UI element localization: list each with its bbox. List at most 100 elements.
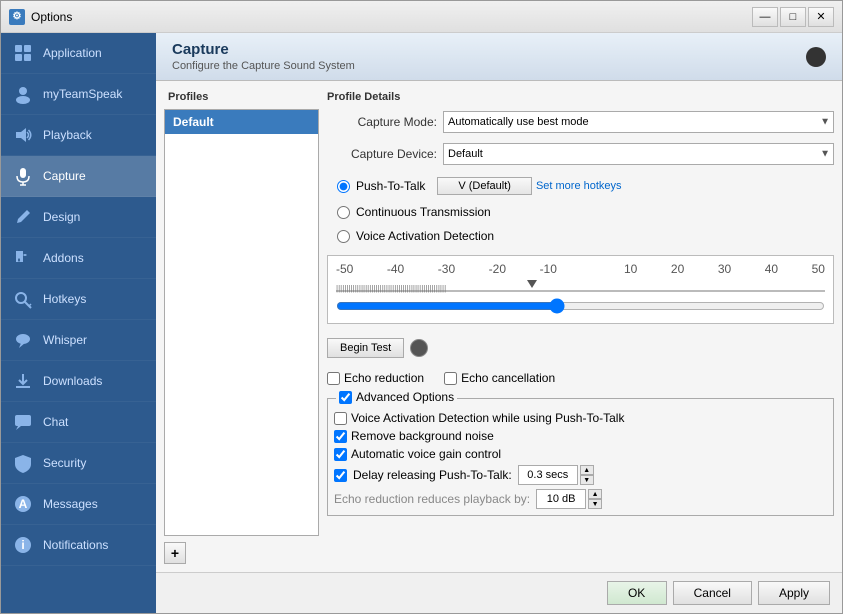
adv-remove-bg-row: Remove background noise	[334, 429, 827, 443]
panel-title: Capture	[172, 41, 355, 58]
sidebar-item-notifications[interactable]: i Notifications	[1, 525, 156, 566]
title-bar: ⚙ Options — □ ✕	[1, 1, 842, 33]
key-icon	[11, 287, 35, 311]
sidebar-item-application[interactable]: Application	[1, 33, 156, 74]
main-panel: Capture Configure the Capture Sound Syst…	[156, 33, 842, 613]
continuous-radio[interactable]	[337, 206, 350, 219]
sidebar-item-security[interactable]: Security	[1, 443, 156, 484]
slider-marker	[527, 280, 537, 288]
apply-button[interactable]: Apply	[758, 581, 830, 605]
sidebar-item-downloads-label: Downloads	[43, 374, 102, 388]
sidebar-item-chat[interactable]: Chat	[1, 402, 156, 443]
whisper-icon	[11, 328, 35, 352]
capture-device-select[interactable]: Default	[443, 143, 834, 165]
delay-spin-input[interactable]	[518, 465, 578, 485]
adv-delay-checkbox[interactable]	[334, 469, 347, 482]
sidebar-item-capture-label: Capture	[43, 169, 86, 183]
hotkey-section: V (Default) Set more hotkeys	[437, 177, 621, 195]
begin-test-button[interactable]: Begin Test	[327, 338, 404, 358]
adv-vad-push-label: Voice Activation Detection while using P…	[351, 411, 624, 425]
adv-auto-gain-checkbox[interactable]	[334, 448, 347, 461]
push-to-talk-label: Push-To-Talk	[356, 179, 425, 193]
push-to-talk-radio[interactable]	[337, 180, 350, 193]
profile-item-default[interactable]: Default	[165, 110, 318, 134]
echo-playback-input[interactable]	[536, 489, 586, 509]
pencil-icon	[11, 205, 35, 229]
close-button[interactable]: ✕	[808, 7, 834, 27]
sidebar-item-whisper[interactable]: Whisper	[1, 320, 156, 361]
capture-mode-select-wrapper: Automatically use best mode ▼	[443, 111, 834, 133]
adv-vad-push-row: Voice Activation Detection while using P…	[334, 411, 827, 425]
adv-vad-push-checkbox[interactable]	[334, 412, 347, 425]
echo-reduction-checkbox[interactable]	[327, 372, 340, 385]
sidebar-item-addons-label: Addons	[43, 251, 84, 265]
echo-cancellation-checkbox[interactable]	[444, 372, 457, 385]
echo-playback-spin: ▲ ▼	[536, 489, 602, 509]
slider-labels: -50-40-30-20-101020304050	[336, 262, 825, 276]
sidebar-item-messages[interactable]: A Messages	[1, 484, 156, 525]
speaker-icon	[11, 123, 35, 147]
delay-spin: ▲ ▼	[518, 465, 594, 485]
capture-header-icon	[806, 47, 826, 67]
advanced-options-box: Advanced Options Voice Activation Detect…	[327, 398, 834, 516]
sidebar-item-downloads[interactable]: Downloads	[1, 361, 156, 402]
capture-device-select-wrapper: Default ▼	[443, 143, 834, 165]
app-icon	[11, 41, 35, 65]
info-icon: i	[11, 533, 35, 557]
radio-vad: Voice Activation Detection	[327, 229, 834, 243]
sidebar-item-hotkeys-label: Hotkeys	[43, 292, 86, 306]
echo-row: Echo reduction Echo cancellation	[327, 371, 834, 385]
adv-remove-bg-label: Remove background noise	[351, 429, 494, 443]
sidebar-item-addons[interactable]: Addons	[1, 238, 156, 279]
minimize-button[interactable]: —	[752, 7, 778, 27]
slider-section: -50-40-30-20-101020304050 ||||||||||||||…	[327, 255, 834, 324]
mic-icon	[11, 164, 35, 188]
title-controls: — □ ✕	[752, 7, 834, 27]
sidebar-item-capture[interactable]: Capture	[1, 156, 156, 197]
adv-remove-bg-checkbox[interactable]	[334, 430, 347, 443]
sidebar-item-chat-label: Chat	[43, 415, 68, 429]
echo-playback-buttons: ▲ ▼	[588, 489, 602, 509]
vad-radio[interactable]	[337, 230, 350, 243]
echo-playback-spin-down[interactable]: ▼	[588, 499, 602, 509]
radio-push-to-talk: Push-To-Talk V (Default) Set more hotkey…	[327, 177, 834, 195]
maximize-button[interactable]: □	[780, 7, 806, 27]
sidebar-item-hotkeys[interactable]: Hotkeys	[1, 279, 156, 320]
advanced-content: Voice Activation Detection while using P…	[334, 405, 827, 509]
adv-auto-gain-row: Automatic voice gain control	[334, 447, 827, 461]
download-icon	[11, 369, 35, 393]
user-icon	[11, 82, 35, 106]
slider-track-area: ||||||||||||||||||||||||||||||||||||||||…	[336, 278, 825, 298]
echo-playback-label: Echo reduction reduces playback by:	[334, 492, 530, 506]
sidebar-item-design[interactable]: Design	[1, 197, 156, 238]
slider-ticks: ||||||||||||||||||||||||||||||||||||||||…	[336, 284, 825, 293]
capture-mode-select[interactable]: Automatically use best mode	[443, 111, 834, 133]
echo-cancellation-row: Echo cancellation	[444, 371, 555, 385]
sidebar-item-playback[interactable]: Playback	[1, 115, 156, 156]
more-hotkeys-link[interactable]: Set more hotkeys	[536, 180, 622, 192]
capture-device-label: Capture Device:	[327, 147, 437, 161]
slider-input[interactable]	[336, 298, 825, 314]
slider-arrow	[527, 280, 537, 288]
delay-spin-buttons: ▲ ▼	[580, 465, 594, 485]
sidebar-item-messages-label: Messages	[43, 497, 98, 511]
advanced-options-label: Advanced Options	[356, 390, 454, 404]
svg-text:A: A	[19, 497, 28, 511]
advanced-options-checkbox[interactable]	[339, 391, 352, 404]
echo-playback-spin-up[interactable]: ▲	[588, 489, 602, 499]
delay-spin-up[interactable]: ▲	[580, 465, 594, 475]
vad-label: Voice Activation Detection	[356, 229, 494, 243]
sidebar-item-notifications-label: Notifications	[43, 538, 108, 552]
cancel-button[interactable]: Cancel	[673, 581, 752, 605]
add-profile-button[interactable]: +	[164, 542, 186, 564]
delay-spin-down[interactable]: ▼	[580, 475, 594, 485]
ok-button[interactable]: OK	[607, 581, 667, 605]
test-row: Begin Test	[327, 338, 834, 358]
profiles-footer: +	[164, 542, 319, 564]
window-title: Options	[31, 10, 72, 24]
adv-delay-row: Delay releasing Push-To-Talk: ▲ ▼	[334, 465, 827, 485]
profiles-label: Profiles	[164, 89, 319, 105]
hotkey-button[interactable]: V (Default)	[437, 177, 532, 195]
sidebar-item-myteamspeak[interactable]: myTeamSpeak	[1, 74, 156, 115]
capture-device-row: Capture Device: Default ▼	[327, 143, 834, 165]
